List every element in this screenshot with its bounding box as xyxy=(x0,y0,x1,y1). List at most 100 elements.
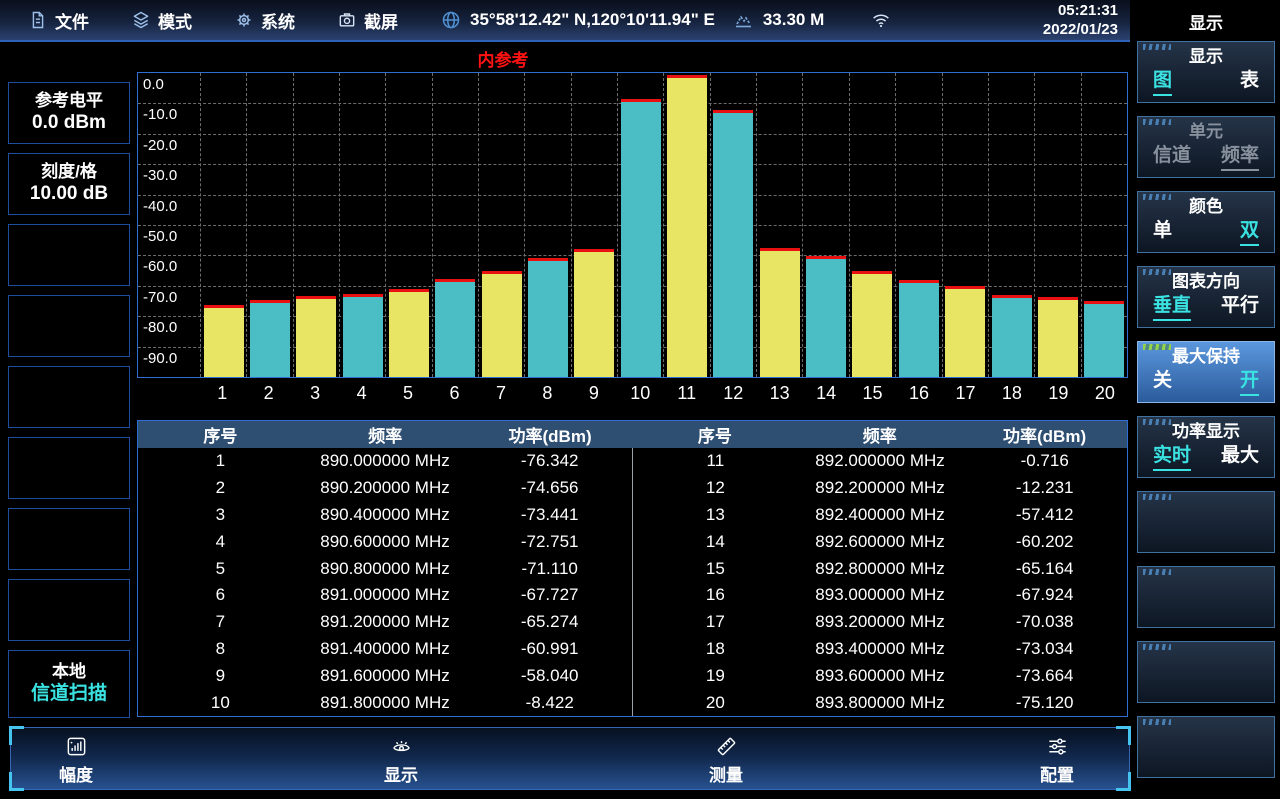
menu-button-empty xyxy=(1137,716,1275,778)
channel-bar xyxy=(435,279,475,377)
menu-screenshot[interactable]: 截屏 xyxy=(337,8,398,33)
plot-cell xyxy=(663,73,709,377)
table-cell: -12.231 xyxy=(962,475,1127,502)
menu-button-title: 图表方向 xyxy=(1172,273,1240,290)
table-header-cell: 频率 xyxy=(303,421,468,448)
menu-button-显示[interactable]: 显示图 表 xyxy=(1137,41,1275,103)
plot-cell xyxy=(756,73,802,377)
plot-cell xyxy=(571,73,617,377)
table-cell: 5 xyxy=(138,555,303,582)
topbar: 文件 模式 系统 截屏 35°58'12.42" N,120°10'11.94"… xyxy=(0,0,1130,42)
table-cell: 890.400000 MHz xyxy=(303,502,468,529)
x-axis-tick-label: 10 xyxy=(617,383,663,404)
channel-bar xyxy=(482,271,522,377)
menu-button-功率显示[interactable]: 功率显示实时最大 xyxy=(1137,416,1275,478)
table-cell: 12 xyxy=(632,475,798,502)
x-axis-tick-label: 20 xyxy=(1082,383,1128,404)
channel-bar xyxy=(296,296,336,377)
file-icon xyxy=(28,10,48,30)
menu-mode[interactable]: 模式 xyxy=(131,8,192,33)
option-实时[interactable]: 实时 xyxy=(1153,445,1191,471)
table-cell: -58.040 xyxy=(467,662,632,689)
menu-system[interactable]: 系统 xyxy=(234,8,295,33)
table-cell: 8 xyxy=(138,636,303,663)
option-开[interactable]: 开 xyxy=(1240,370,1259,396)
softkey-刻度/格[interactable]: 刻度/格10.00 dB xyxy=(8,153,130,215)
date-value: 2022/01/23 xyxy=(1043,20,1118,40)
table-cell: -73.441 xyxy=(467,502,632,529)
channel-bar xyxy=(343,294,383,377)
corner-decoration-icon xyxy=(1143,269,1171,275)
option-双[interactable]: 双 xyxy=(1240,220,1259,246)
option-频率[interactable]: 频率 xyxy=(1221,145,1259,171)
table-cell: 893.000000 MHz xyxy=(798,582,963,609)
option-单[interactable]: 单 xyxy=(1153,220,1172,246)
amplitude-icon xyxy=(65,735,88,758)
corner-bracket xyxy=(1116,726,1131,745)
plot-area: 0.0-10.0-20.0-30.0-40.0-50.0-60.0-70.0-8… xyxy=(137,72,1128,378)
eye-icon xyxy=(390,735,413,758)
option-表[interactable]: 表 xyxy=(1240,70,1259,96)
option-垂直[interactable]: 垂直 xyxy=(1153,295,1191,321)
menu-button-options: 垂直 平行 xyxy=(1153,295,1259,321)
gear-icon xyxy=(234,10,254,30)
nav-display[interactable]: 显示 xyxy=(384,735,418,786)
table-cell: 10 xyxy=(138,689,303,716)
option-图[interactable]: 图 xyxy=(1153,70,1172,96)
globe-icon xyxy=(440,9,462,31)
menu-file[interactable]: 文件 xyxy=(28,8,89,33)
menu-button-options: 单双 xyxy=(1153,220,1259,246)
corner-decoration-icon xyxy=(1143,569,1171,575)
table-cell: -73.664 xyxy=(962,662,1127,689)
option-平行[interactable]: 平行 xyxy=(1221,295,1259,321)
option-最大[interactable]: 最大 xyxy=(1221,445,1259,471)
nav-measure[interactable]: 测量 xyxy=(709,735,743,786)
table-cell: -65.164 xyxy=(962,555,1127,582)
table-row: 2890.200000 MHz-74.65612892.200000 MHz-1… xyxy=(138,475,1127,502)
table-cell: -57.412 xyxy=(962,502,1127,529)
menu-button-颜色[interactable]: 颜色单双 xyxy=(1137,191,1275,253)
nav-amplitude[interactable]: 幅度 xyxy=(59,735,93,786)
nav-config[interactable]: 配置 xyxy=(1040,735,1074,786)
menu-button-empty xyxy=(1137,491,1275,553)
table-cell: 891.000000 MHz xyxy=(303,582,468,609)
softkey-value: 0.0 dBm xyxy=(32,113,106,134)
table-header: 序号 频率 功率(dBm) 序号 频率 功率(dBm) xyxy=(138,421,1127,448)
channel-bar xyxy=(713,110,753,377)
x-axis-labels: 1234567891011121314151617181920 xyxy=(199,383,1128,404)
bottom-navbar: 幅度 显示 测量 配置 xyxy=(10,727,1130,790)
menu-button-图表方向[interactable]: 图表方向垂直 平行 xyxy=(1137,266,1275,328)
x-axis-tick-label: 2 xyxy=(245,383,291,404)
plot-cell xyxy=(942,73,988,377)
menu-button-单元[interactable]: 单元信道频率 xyxy=(1137,116,1275,178)
channel-bar xyxy=(621,99,661,377)
option-信道[interactable]: 信道 xyxy=(1153,145,1191,171)
plot-cell xyxy=(478,73,524,377)
y-axis-tick-label: -10.0 xyxy=(143,107,177,122)
corner-decoration-icon xyxy=(1143,719,1171,725)
softkey-参考电平[interactable]: 参考电平0.0 dBm xyxy=(8,82,130,144)
menu-button-title: 显示 xyxy=(1189,48,1223,65)
nav-config-label: 配置 xyxy=(1040,761,1074,786)
table-cell: 893.400000 MHz xyxy=(798,636,963,663)
clock: 05:21:31 2022/01/23 xyxy=(1043,1,1118,40)
option-关[interactable]: 关 xyxy=(1153,370,1172,396)
table-body: 1890.000000 MHz-76.34211892.000000 MHz-0… xyxy=(138,448,1127,716)
table-cell: 892.800000 MHz xyxy=(798,555,963,582)
menu-button-empty xyxy=(1137,641,1275,703)
table-cell: 890.200000 MHz xyxy=(303,475,468,502)
menu-button-最大保持[interactable]: 最大保持关开 xyxy=(1137,341,1275,403)
table-cell: 892.200000 MHz xyxy=(798,475,963,502)
plot-cell xyxy=(1081,73,1127,377)
channel-bar xyxy=(945,286,985,377)
table-cell: 891.600000 MHz xyxy=(303,662,468,689)
softkey-本地[interactable]: 本地信道扫描 xyxy=(8,650,130,718)
plot-cell xyxy=(988,73,1034,377)
x-axis-tick-label: 11 xyxy=(664,383,710,404)
plot-cell xyxy=(524,73,570,377)
table-cell: 19 xyxy=(632,662,798,689)
table-cell: 891.400000 MHz xyxy=(303,636,468,663)
corner-bracket xyxy=(9,772,24,791)
ruler-icon xyxy=(715,735,738,758)
x-axis-tick-label: 15 xyxy=(849,383,895,404)
